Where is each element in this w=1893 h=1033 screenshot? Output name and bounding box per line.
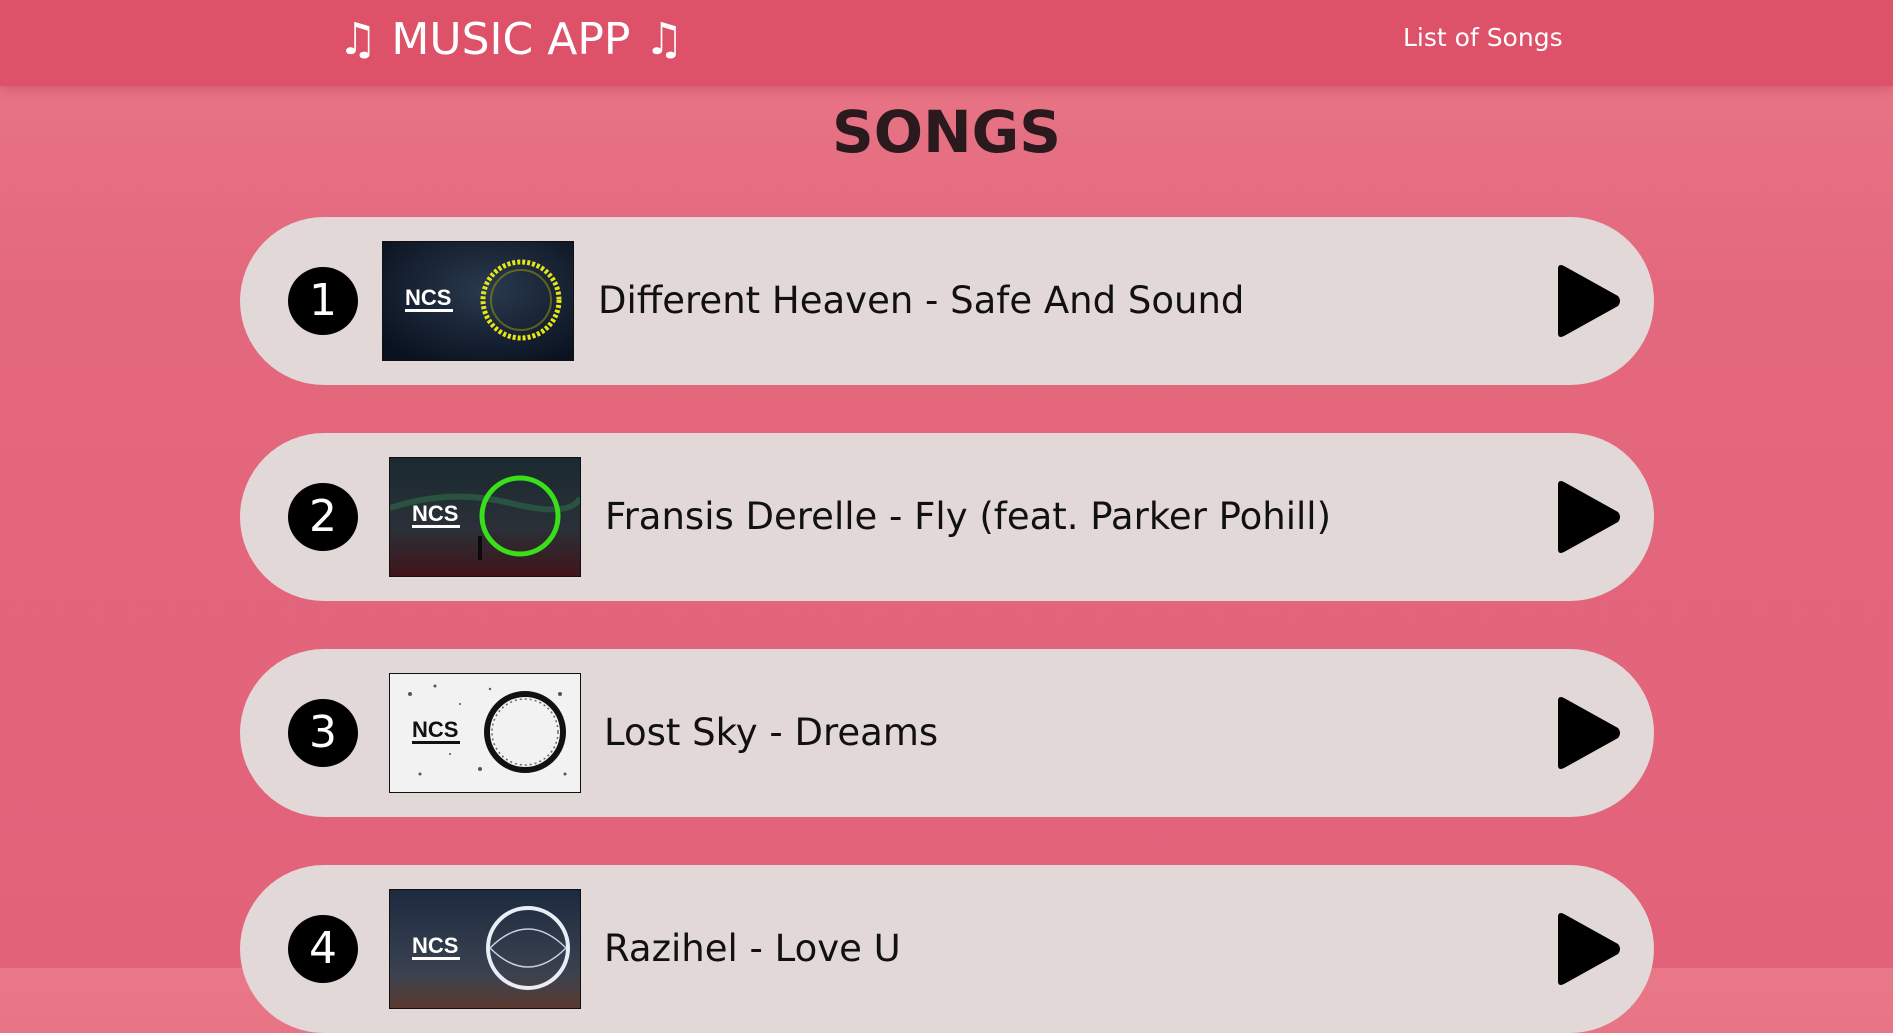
ncs-logo: NCS	[412, 933, 458, 958]
ncs-logo: NCS	[412, 501, 458, 526]
album-cover: NCS	[389, 457, 581, 577]
song-number-badge: 3	[288, 699, 358, 767]
song-card[interactable]: 3 NCS Lost Sky - Dreams	[240, 649, 1654, 817]
album-cover: NCS	[389, 673, 581, 793]
play-icon[interactable]	[1552, 695, 1622, 771]
song-card[interactable]: 4 NCS Razihel - Love U	[240, 865, 1654, 1033]
album-cover: NCS	[389, 889, 581, 1009]
song-title: Lost Sky - Dreams	[604, 711, 939, 754]
ncs-logo: NCS	[412, 717, 458, 742]
song-title: Different Heaven - Safe And Sound	[598, 279, 1245, 322]
song-title: Razihel - Love U	[604, 927, 901, 970]
play-icon[interactable]	[1552, 263, 1622, 339]
song-title: Fransis Derelle - Fly (feat. Parker Pohi…	[605, 495, 1332, 538]
song-card[interactable]: 2 NCS Fransis Derelle - Fly (feat. Parke…	[240, 433, 1654, 601]
play-icon[interactable]	[1552, 479, 1622, 555]
ncs-logo: NCS	[405, 285, 451, 310]
play-icon[interactable]	[1552, 911, 1622, 987]
navbar: ♫ MUSIC APP ♫ List of Songs	[0, 0, 1893, 86]
song-number-badge: 2	[288, 483, 358, 551]
page-title: SONGS	[832, 98, 1061, 166]
brand-title[interactable]: ♫ MUSIC APP ♫	[338, 12, 684, 68]
song-number-badge: 1	[288, 267, 358, 335]
album-cover: NCS	[382, 241, 574, 361]
song-number-badge: 4	[288, 915, 358, 983]
nav-link-list-of-songs[interactable]: List of Songs	[1403, 20, 1563, 56]
song-card[interactable]: 1 NCS Different Heaven - Safe And Sound	[240, 217, 1654, 385]
